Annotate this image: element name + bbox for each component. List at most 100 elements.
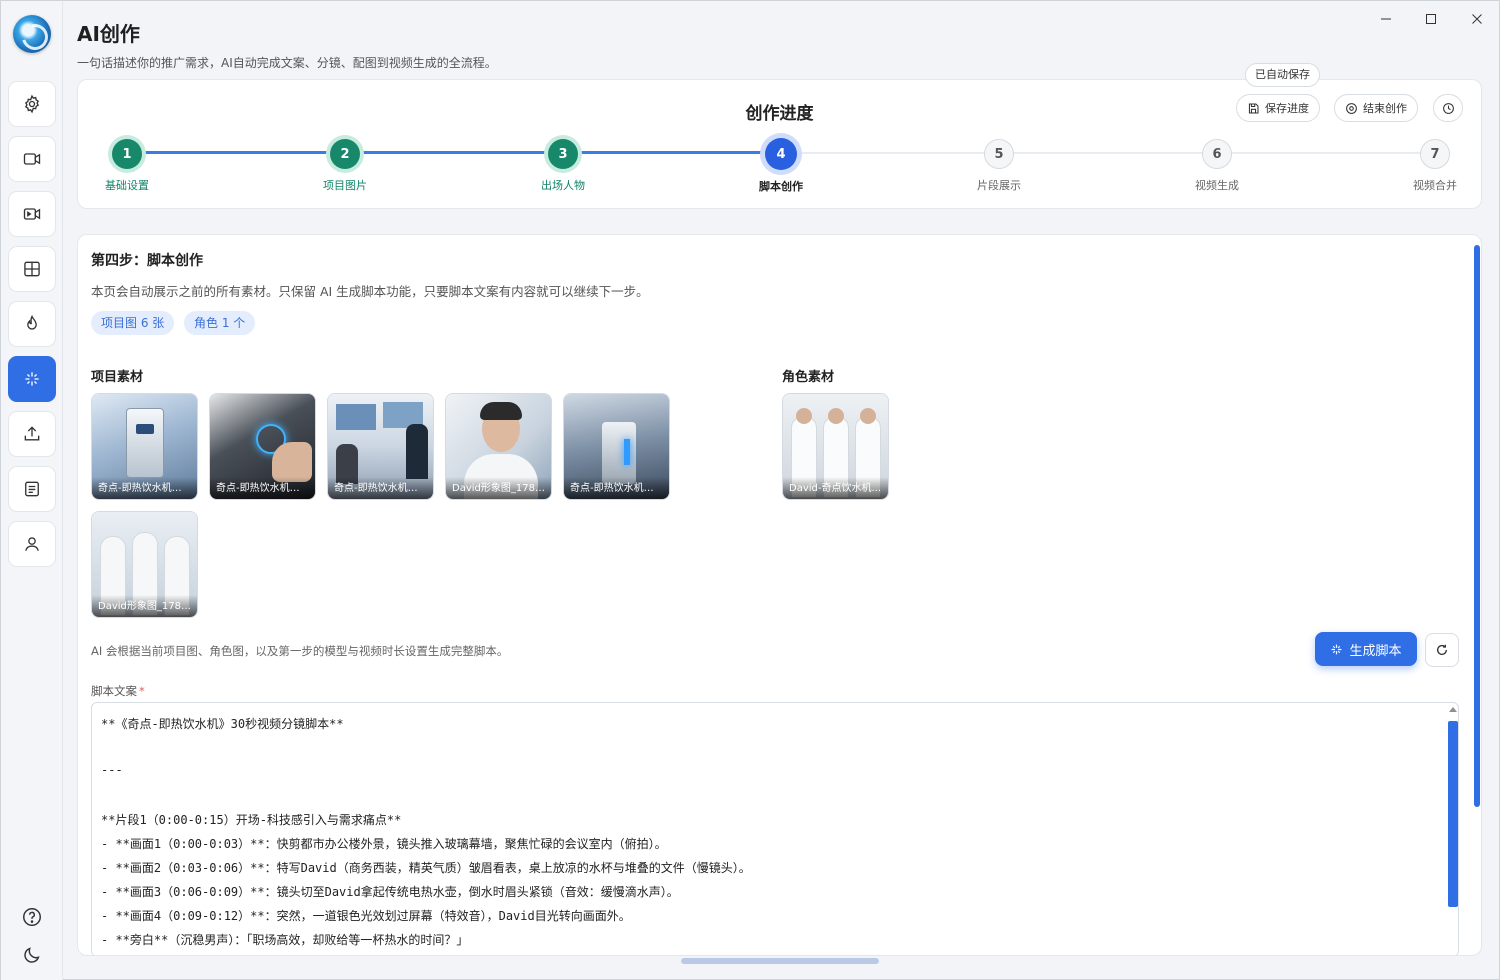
stop-circle-icon [1346,102,1357,114]
maximize-button[interactable] [1421,9,1441,29]
regenerate-button[interactable] [1425,633,1459,667]
gear-icon [24,94,40,114]
sidebar-item-hot[interactable] [8,301,56,347]
step-4[interactable]: 4 脚本创作 [736,138,826,194]
script-line: - **画面2（0:03-0:06）**：特写David（商务西装，精英气质）皱… [101,861,751,875]
script-scrollbar[interactable] [1446,707,1458,955]
minimize-button[interactable] [1376,9,1396,29]
step-label: 视频合并 [1413,179,1457,192]
project-image-thumb[interactable]: 奇点-即热饮水机项... [91,393,198,500]
script-line: - **旁白**（沉稳男声）：「职场高效，却败给等一杯热水的时间？」 [101,933,469,947]
sidebar-item-upload[interactable] [8,411,56,457]
page-title: AI创作 [77,22,140,46]
project-image-thumb[interactable]: 奇点-即热饮水机项... [327,393,434,500]
document-icon [25,481,39,497]
history-button[interactable] [1433,94,1463,122]
step-7[interactable]: 7 视频合并 [1390,139,1480,193]
save-progress-label: 保存进度 [1265,102,1309,115]
script-scroll-thumb[interactable] [1448,721,1458,907]
app-window: AI创作 一句话描述你的推广需求，AI自动完成文案、分镜、配图到视频生成的全流程… [0,0,1500,980]
thumb-caption: 奇点-即热饮水机项... [210,477,315,499]
sidebar-item-user[interactable] [8,521,56,567]
app-logo [13,15,51,53]
help-icon [23,908,41,926]
script-line: **《奇点-即热饮水机》30秒视频分镜脚本** [101,717,344,731]
script-line: --- [101,763,123,777]
step-number: 4 [765,138,797,170]
close-icon [1472,14,1482,24]
project-image-thumb[interactable]: David形象图_17800... [445,393,552,500]
save-progress-button[interactable]: 保存进度 [1236,94,1320,122]
sidebar-item-video[interactable] [8,136,56,182]
step-label: 基础设置 [105,179,149,192]
generate-script-label: 生成脚本 [1349,643,1402,659]
horizontal-scroll-thumb[interactable] [681,958,879,964]
ai-generation-note: AI 会根据当前项目图、角色图，以及第一步的模型与视频时长设置生成完整脚本。 [91,644,509,658]
generate-script-button[interactable]: 生成脚本 [1315,632,1417,666]
grid-icon [24,261,40,277]
close-button[interactable] [1467,9,1487,29]
role-section-title: 角色素材 [782,370,835,385]
autosave-badge: 已自动保存 [1245,63,1320,87]
step-number: 7 [1420,139,1450,169]
thumb-caption: David形象图_17800... [446,477,551,499]
step-number: 6 [1202,139,1232,169]
minimize-icon [1381,18,1391,20]
progress-card: 创作进度 已自动保存 保存进度 结束创作 1 基础设置 2 项目图片 3 出场人… [77,63,1482,209]
clock-icon [1442,102,1454,114]
main-scroll-thumb[interactable] [1474,245,1480,807]
script-line: - **画面4（0:09-0:12）**：突然，一道银色光效划过屏幕（特效音），… [101,909,631,923]
refresh-icon [1436,644,1448,655]
end-creation-button[interactable]: 结束创作 [1334,94,1418,122]
step-3[interactable]: 3 出场人物 [518,139,608,193]
sparkle-icon [25,372,39,386]
step-5[interactable]: 5 片段展示 [954,139,1044,193]
step-number: 1 [112,139,142,169]
step-label: 出场人物 [541,179,585,192]
thumb-caption: 奇点-即热饮水机项... [564,477,669,499]
end-creation-label: 结束创作 [1363,102,1407,115]
progress-track-completed [127,151,781,154]
thumb-caption: 奇点-即热饮水机项... [328,477,433,499]
script-step-card: 第四步：脚本创作 本页会自动展示之前的所有素材。只保留 AI 生成脚本功能，只要… [77,234,1482,956]
role-count-chip: 角色 1 个 [184,311,256,335]
moon-icon [24,947,40,963]
save-icon [1248,103,1259,113]
script-line: - **画面3（0:06-0:09）**：镜头切至David拿起传统电热水壶，倒… [101,885,679,899]
project-image-thumb[interactable]: 奇点-即热饮水机项... [209,393,316,500]
project-image-thumb[interactable]: 奇点-即热饮水机项... [563,393,670,500]
help-button[interactable] [20,905,44,929]
step-2[interactable]: 2 项目图片 [300,139,390,193]
script-line: - **画面1（0:00-0:03）**：快剪都市办公楼外景，镜头推入玻璃幕墙，… [101,837,667,851]
upload-icon [24,426,40,441]
step-6[interactable]: 6 视频生成 [1172,139,1262,193]
sidebar-item-video-record[interactable] [8,191,56,237]
script-textarea[interactable]: **《奇点-即热饮水机》30秒视频分镜脚本** --- **片段1（0:00-0… [91,702,1459,955]
sidebar-item-ai-create[interactable] [8,356,56,402]
sidebar-item-document[interactable] [8,466,56,512]
thumb-caption: David形象图_17800... [92,595,197,617]
required-marker: * [139,684,145,698]
role-image-thumb[interactable]: David-奇点饮水机... [782,393,889,500]
sparkle-icon [1332,644,1342,654]
step-number: 3 [548,139,578,169]
flame-icon [27,314,37,330]
user-icon [25,537,39,551]
step-number: 2 [330,139,360,169]
script-label-text: 脚本文案 [91,684,137,698]
scroll-up-icon[interactable] [1449,707,1457,712]
video-camera-icon [23,153,41,165]
script-line: **片段1（0:00-0:15）开场-科技感引入与需求痛点** [101,813,402,827]
step-1[interactable]: 1 基础设置 [82,139,172,193]
sidebar [1,1,63,980]
video-record-icon [23,208,41,220]
main-scrollbar[interactable] [1472,237,1482,953]
project-image-thumb[interactable]: David形象图_17800... [91,511,198,618]
thumb-caption: David-奇点饮水机... [783,477,888,499]
sidebar-item-settings[interactable] [8,81,56,127]
sidebar-item-grid[interactable] [8,246,56,292]
theme-toggle-button[interactable] [20,943,44,967]
thumb-caption: 奇点-即热饮水机项... [92,477,197,499]
step-label: 视频生成 [1195,179,1239,192]
step-label: 脚本创作 [759,180,803,193]
